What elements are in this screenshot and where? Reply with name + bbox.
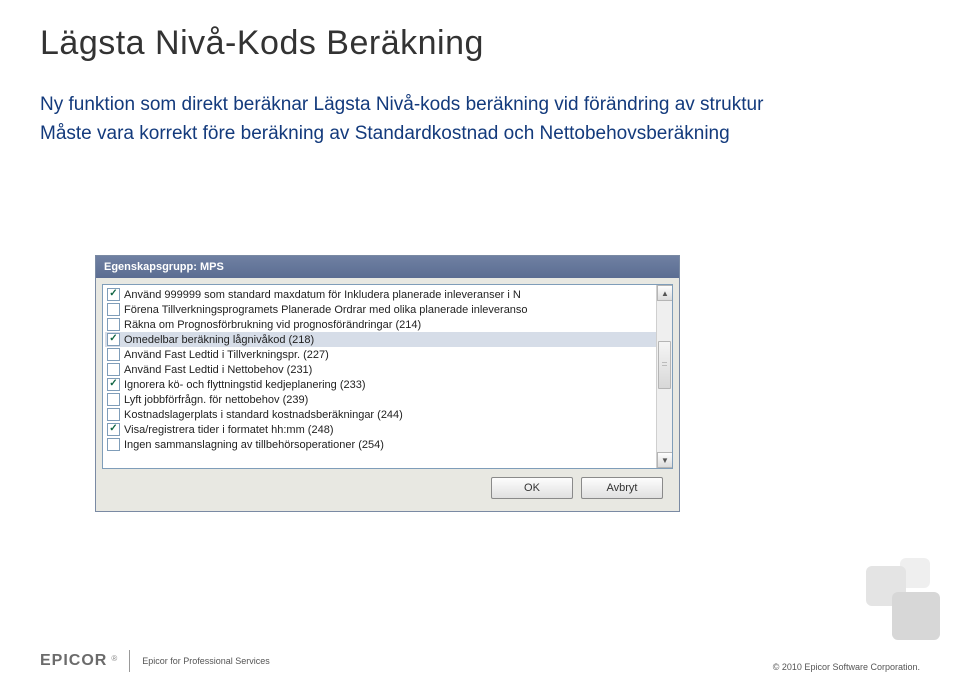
option-row[interactable]: Använd Fast Ledtid i Nettobehov (231) <box>105 362 670 377</box>
footer-copyright: © 2010 Epicor Software Corporation. <box>773 662 920 672</box>
listbox-scrollbar[interactable]: ▲ ▼ <box>656 285 672 468</box>
option-checkbox[interactable] <box>107 378 120 391</box>
bullet-line-2: Måste vara korrekt före beräkning av Sta… <box>40 120 920 149</box>
scroll-thumb[interactable] <box>658 341 671 389</box>
dialog-title: Egenskapsgrupp: MPS <box>104 261 224 273</box>
logo-text: EPICOR <box>40 652 107 670</box>
option-row[interactable]: Omedelbar beräkning lågnivåkod (218) <box>105 332 670 347</box>
option-label: Ignorera kö- och flyttningstid kedjeplan… <box>124 379 366 391</box>
option-label: Kostnadslagerplats i standard kostnadsbe… <box>124 409 403 421</box>
option-checkbox[interactable] <box>107 363 120 376</box>
option-label: Använd 999999 som standard maxdatum för … <box>124 289 521 301</box>
dialog-title-bar[interactable]: Egenskapsgrupp: MPS <box>96 256 679 278</box>
bullet-list: Ny funktion som direkt beräknar Lägsta N… <box>40 91 920 148</box>
scroll-track[interactable] <box>657 301 672 452</box>
option-checkbox[interactable] <box>107 348 120 361</box>
option-row[interactable]: Använd Fast Ledtid i Tillverkningspr. (2… <box>105 347 670 362</box>
option-checkbox[interactable] <box>107 303 120 316</box>
cancel-button[interactable]: Avbryt <box>581 477 663 499</box>
option-label: Förena Tillverkningsprogramets Planerade… <box>124 304 528 316</box>
option-checkbox[interactable] <box>107 318 120 331</box>
option-label: Lyft jobbförfrågn. för nettobehov (239) <box>124 394 308 406</box>
scroll-up-button[interactable]: ▲ <box>657 285 673 301</box>
ok-button[interactable]: OK <box>491 477 573 499</box>
option-row[interactable]: Ignorera kö- och flyttningstid kedjeplan… <box>105 377 670 392</box>
option-checkbox[interactable] <box>107 393 120 406</box>
option-row[interactable]: Lyft jobbförfrågn. för nettobehov (239) <box>105 392 670 407</box>
registered-mark: ® <box>111 654 117 663</box>
options-listbox[interactable]: Använd 999999 som standard maxdatum för … <box>102 284 673 469</box>
bullet-line-1: Ny funktion som direkt beräknar Lägsta N… <box>40 91 920 120</box>
option-row[interactable]: Ingen sammanslagning av tillbehörsoperat… <box>105 437 670 452</box>
option-checkbox[interactable] <box>107 423 120 436</box>
option-checkbox[interactable] <box>107 333 120 346</box>
footer-tagline: Epicor for Professional Services <box>142 656 270 666</box>
option-checkbox[interactable] <box>107 438 120 451</box>
page-title: Lägsta Nivå-Kods Beräkning <box>40 24 920 63</box>
option-row[interactable]: Använd 999999 som standard maxdatum för … <box>105 287 670 302</box>
option-checkbox[interactable] <box>107 408 120 421</box>
option-label: Räkna om Prognosförbrukning vid prognosf… <box>124 319 421 331</box>
option-row[interactable]: Kostnadslagerplats i standard kostnadsbe… <box>105 407 670 422</box>
option-row[interactable]: Förena Tillverkningsprogramets Planerade… <box>105 302 670 317</box>
property-group-dialog: Egenskapsgrupp: MPS Använd 999999 som st… <box>95 255 680 512</box>
option-label: Omedelbar beräkning lågnivåkod (218) <box>124 334 314 346</box>
decorative-squares <box>830 550 940 640</box>
option-label: Använd Fast Ledtid i Tillverkningspr. (2… <box>124 349 329 361</box>
epicor-logo: EPICOR ® <box>40 652 117 670</box>
option-label: Visa/registrera tider i formatet hh:mm (… <box>124 424 333 436</box>
option-row[interactable]: Visa/registrera tider i formatet hh:mm (… <box>105 422 670 437</box>
option-label: Ingen sammanslagning av tillbehörsoperat… <box>124 439 384 451</box>
scroll-down-button[interactable]: ▼ <box>657 452 673 468</box>
option-checkbox[interactable] <box>107 288 120 301</box>
option-label: Använd Fast Ledtid i Nettobehov (231) <box>124 364 312 376</box>
footer-divider <box>129 650 130 672</box>
option-row[interactable]: Räkna om Prognosförbrukning vid prognosf… <box>105 317 670 332</box>
